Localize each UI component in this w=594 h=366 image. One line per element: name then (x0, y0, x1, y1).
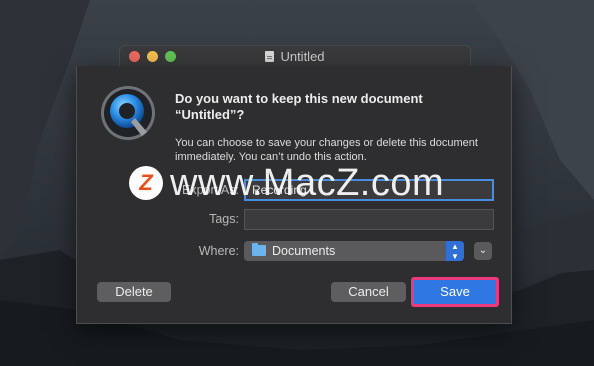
folder-icon (252, 243, 266, 256)
save-button[interactable]: Save (411, 277, 499, 307)
tags-label: Tags: (209, 212, 239, 226)
window-titlebar: Untitled (119, 45, 471, 66)
watermark-text: www.MacZ.com (170, 162, 445, 204)
where-select[interactable]: Documents ▲ ▼ (244, 241, 464, 261)
tags-field[interactable] (244, 209, 494, 230)
expand-dialog-button[interactable]: ⌄ (474, 242, 492, 260)
dialog-message: You can choose to save your changes or d… (175, 137, 478, 163)
where-label: Where: (198, 244, 239, 258)
window-title: Untitled (120, 49, 470, 64)
document-icon (265, 51, 275, 62)
window-title-text: Untitled (280, 49, 325, 64)
where-select-value: Documents (272, 244, 336, 258)
dialog-headline: Do you want to keep this new document “U… (175, 91, 423, 122)
quicktime-icon (101, 86, 155, 140)
cancel-button[interactable]: Cancel (331, 282, 406, 302)
select-stepper-icon: ▲ ▼ (446, 241, 464, 261)
watermark-logo: Z (129, 166, 163, 200)
delete-button[interactable]: Delete (97, 282, 171, 302)
